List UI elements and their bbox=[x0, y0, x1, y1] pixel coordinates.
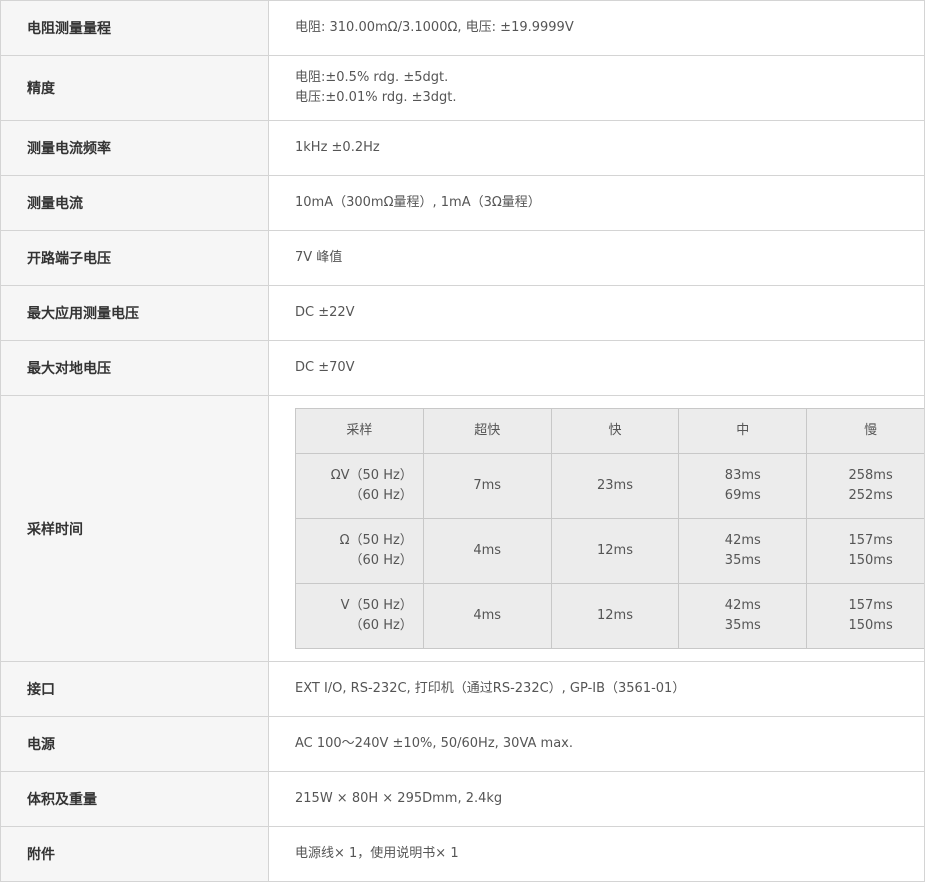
spec-label: 测量电流 bbox=[1, 176, 269, 231]
spec-label: 最大应用测量电压 bbox=[1, 286, 269, 341]
spec-value: AC 100～240V ±10%, 50/60Hz, 30VA max. bbox=[269, 717, 925, 772]
sampling-header-row: 采样 超快 快 中 慢 bbox=[296, 409, 925, 454]
spec-table: 电阻测量量程 电阻: 310.00mΩ/3.1000Ω, 电压: ±19.999… bbox=[0, 0, 925, 882]
sampling-row-label: ΩV（50 Hz） （60 Hz） bbox=[296, 454, 424, 519]
spec-label: 体积及重量 bbox=[1, 772, 269, 827]
spec-label: 采样时间 bbox=[1, 396, 269, 662]
spec-row-accuracy: 精度 电阻:±0.5% rdg. ±5dgt. 电压:±0.01% rdg. ±… bbox=[1, 56, 925, 121]
sampling-medium: 42ms 35ms bbox=[679, 519, 807, 584]
spec-value: EXT I/O, RS-232C, 打印机（通过RS-232C）, GP-IB（… bbox=[269, 662, 925, 717]
spec-row-max-applied-voltage: 最大应用测量电压 DC ±22V bbox=[1, 286, 925, 341]
spec-label: 接口 bbox=[1, 662, 269, 717]
sampling-table: 采样 超快 快 中 慢 ΩV（50 Hz） （60 H bbox=[295, 408, 925, 649]
sampling-row: V（50 Hz） （60 Hz） 4ms 12ms 42ms 35ms bbox=[296, 584, 925, 649]
sampling-slow: 258ms 252ms bbox=[807, 454, 925, 519]
spec-value: 电阻:±0.5% rdg. ±5dgt. 电压:±0.01% rdg. ±3dg… bbox=[269, 56, 925, 121]
spec-row-power: 电源 AC 100～240V ±10%, 50/60Hz, 30VA max. bbox=[1, 717, 925, 772]
sampling-ultra-fast: 4ms bbox=[423, 519, 551, 584]
spec-row-sampling-time: 采样时间 采样 超快 快 中 慢 bbox=[1, 396, 925, 662]
spec-label: 电源 bbox=[1, 717, 269, 772]
sampling-header-cell: 快 bbox=[551, 409, 679, 454]
sampling-slow: 157ms 150ms bbox=[807, 519, 925, 584]
sampling-row: Ω（50 Hz） （60 Hz） 4ms 12ms 42ms 35ms bbox=[296, 519, 925, 584]
spec-row-resistance-range: 电阻测量量程 电阻: 310.00mΩ/3.1000Ω, 电压: ±19.999… bbox=[1, 1, 925, 56]
spec-label: 最大对地电压 bbox=[1, 341, 269, 396]
spec-row-interface: 接口 EXT I/O, RS-232C, 打印机（通过RS-232C）, GP-… bbox=[1, 662, 925, 717]
spec-row-max-ground-voltage: 最大对地电压 DC ±70V bbox=[1, 341, 925, 396]
spec-row-measurement-current: 测量电流 10mA（300mΩ量程）, 1mA（3Ω量程） bbox=[1, 176, 925, 231]
spec-value: 1kHz ±0.2Hz bbox=[269, 121, 925, 176]
spec-value: 215W × 80H × 295Dmm, 2.4kg bbox=[269, 772, 925, 827]
sampling-medium: 42ms 35ms bbox=[679, 584, 807, 649]
spec-row-dimensions-weight: 体积及重量 215W × 80H × 295Dmm, 2.4kg bbox=[1, 772, 925, 827]
spec-value: DC ±22V bbox=[269, 286, 925, 341]
spec-row-accessories: 附件 电源线× 1，使用说明书× 1 bbox=[1, 827, 925, 882]
spec-label: 电阻测量量程 bbox=[1, 1, 269, 56]
sampling-fast: 12ms bbox=[551, 519, 679, 584]
spec-row-current-frequency: 测量电流频率 1kHz ±0.2Hz bbox=[1, 121, 925, 176]
spec-label: 开路端子电压 bbox=[1, 231, 269, 286]
sampling-ultra-fast: 7ms bbox=[423, 454, 551, 519]
sampling-slow: 157ms 150ms bbox=[807, 584, 925, 649]
spec-label: 精度 bbox=[1, 56, 269, 121]
sampling-fast: 23ms bbox=[551, 454, 679, 519]
sampling-row: ΩV（50 Hz） （60 Hz） 7ms 23ms 83ms 69ms bbox=[296, 454, 925, 519]
spec-row-open-terminal-voltage: 开路端子电压 7V 峰值 bbox=[1, 231, 925, 286]
sampling-row-label: V（50 Hz） （60 Hz） bbox=[296, 584, 424, 649]
sampling-header-cell: 中 bbox=[679, 409, 807, 454]
spec-value: 采样 超快 快 中 慢 ΩV（50 Hz） （60 H bbox=[269, 396, 925, 662]
sampling-header-cell: 超快 bbox=[423, 409, 551, 454]
sampling-medium: 83ms 69ms bbox=[679, 454, 807, 519]
spec-value: 7V 峰值 bbox=[269, 231, 925, 286]
spec-value: DC ±70V bbox=[269, 341, 925, 396]
spec-label: 测量电流频率 bbox=[1, 121, 269, 176]
sampling-row-label: Ω（50 Hz） （60 Hz） bbox=[296, 519, 424, 584]
sampling-header-cell: 采样 bbox=[296, 409, 424, 454]
spec-value: 10mA（300mΩ量程）, 1mA（3Ω量程） bbox=[269, 176, 925, 231]
spec-value: 电源线× 1，使用说明书× 1 bbox=[269, 827, 925, 882]
accuracy-resistance: 电阻:±0.5% rdg. ±5dgt. bbox=[295, 68, 924, 88]
spec-value: 电阻: 310.00mΩ/3.1000Ω, 电压: ±19.9999V bbox=[269, 1, 925, 56]
sampling-fast: 12ms bbox=[551, 584, 679, 649]
sampling-header-cell: 慢 bbox=[807, 409, 925, 454]
spec-label: 附件 bbox=[1, 827, 269, 882]
sampling-ultra-fast: 4ms bbox=[423, 584, 551, 649]
accuracy-voltage: 电压:±0.01% rdg. ±3dgt. bbox=[295, 88, 924, 108]
